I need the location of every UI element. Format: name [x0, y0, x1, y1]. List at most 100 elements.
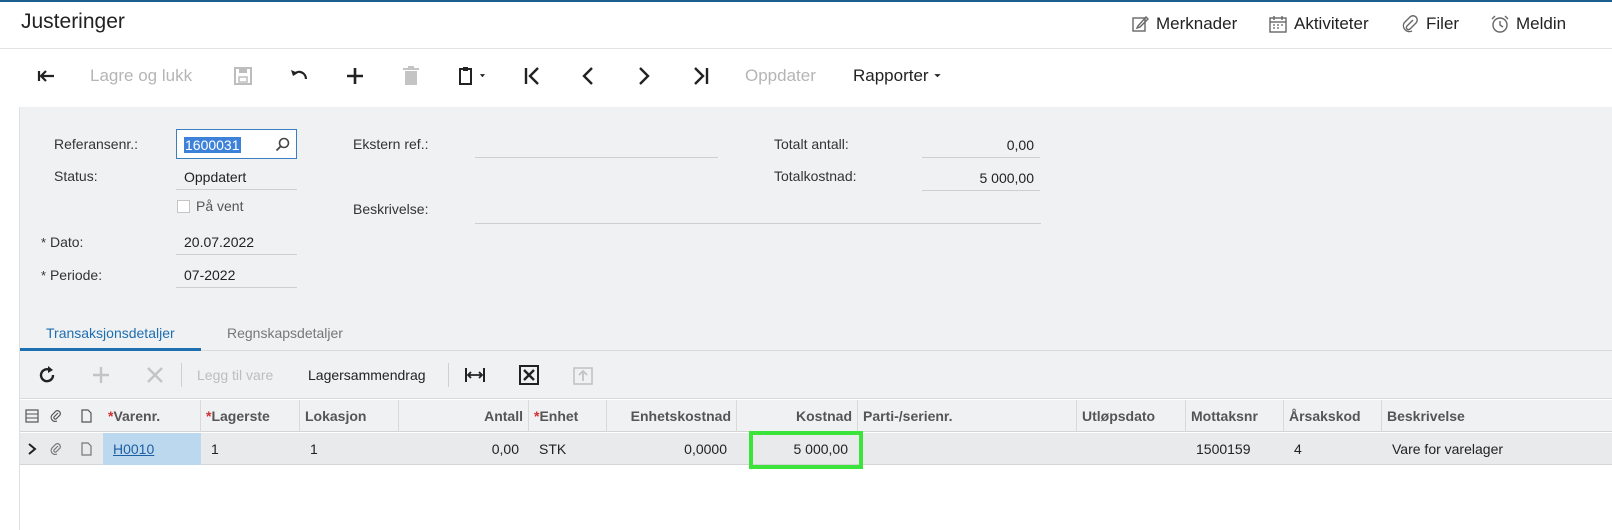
- grid-delete-button[interactable]: [144, 351, 166, 399]
- cell-description[interactable]: Vare for varelager: [1382, 433, 1612, 465]
- col-description[interactable]: Beskrivelse: [1382, 400, 1612, 432]
- reports-menu-button[interactable]: Rapporter: [853, 50, 947, 102]
- notes-label: Merknader: [1156, 14, 1238, 33]
- ref-number-input[interactable]: 1600031: [176, 129, 297, 159]
- cell-uom[interactable]: STK: [529, 433, 607, 465]
- update-button[interactable]: Oppdater: [745, 50, 816, 102]
- upload-icon: [573, 367, 593, 385]
- notes-icon: [1132, 15, 1149, 32]
- col-expiry[interactable]: Utløpsdato: [1077, 400, 1186, 432]
- on-hold-label: På vent: [196, 198, 244, 214]
- cell-receipt[interactable]: 1500159: [1186, 433, 1284, 465]
- detail-tabs: Transaksjonsdetaljer Regnskapsdetaljer: [20, 319, 1612, 351]
- add-item-button[interactable]: Legg til vare: [197, 351, 273, 399]
- chevron-left-icon: [582, 67, 593, 85]
- first-icon: [524, 67, 539, 85]
- notes-link[interactable]: Merknader: [1130, 14, 1237, 34]
- col-item[interactable]: *Varenr.: [103, 400, 201, 432]
- col-unit-cost[interactable]: Enhetskostnad: [607, 400, 737, 432]
- grid-add-button[interactable]: [90, 351, 112, 399]
- undo-icon: [291, 70, 308, 80]
- chevron-right-icon: [639, 67, 650, 85]
- description-field[interactable]: [475, 199, 1041, 224]
- calendar-icon: [1269, 16, 1287, 33]
- total-cost-value: 5 000,00: [922, 166, 1040, 191]
- col-cost[interactable]: Kostnad: [737, 400, 858, 432]
- search-icon[interactable]: [275, 137, 290, 152]
- row-expand-icon[interactable]: [20, 433, 44, 465]
- row-note-icon[interactable]: [74, 433, 98, 465]
- date-label: * Dato:: [41, 234, 83, 250]
- item-link[interactable]: H0010: [113, 441, 154, 457]
- cell-lot[interactable]: [858, 433, 1077, 465]
- caret-down-icon: [479, 74, 485, 78]
- attachment-column-icon: [44, 400, 68, 432]
- save-icon: [234, 67, 252, 85]
- cell-warehouse[interactable]: 1: [201, 433, 300, 465]
- refresh-button[interactable]: [36, 351, 58, 399]
- date-field[interactable]: 20.07.2022: [176, 230, 297, 255]
- paperclip-icon: [1402, 15, 1418, 33]
- notifications-label: Meldin: [1516, 14, 1567, 33]
- fit-width-icon: [465, 368, 485, 382]
- on-hold-checkbox[interactable]: [177, 200, 190, 213]
- date-label-text: Dato:: [49, 234, 84, 250]
- col-lot[interactable]: Parti-/serienr.: [858, 400, 1077, 432]
- external-ref-field[interactable]: [475, 133, 718, 158]
- col-qty[interactable]: Antall: [399, 400, 529, 432]
- caret-down-icon: [933, 74, 941, 78]
- fit-columns-button[interactable]: [464, 351, 486, 399]
- upload-button[interactable]: [572, 351, 594, 399]
- period-label-text: Periode:: [49, 267, 103, 283]
- status-field[interactable]: Oppdatert: [176, 165, 297, 190]
- period-field[interactable]: 07-2022: [176, 263, 297, 288]
- clipboard-menu-button[interactable]: [456, 50, 492, 102]
- description-label: Beskrivelse:: [353, 201, 429, 217]
- previous-record-button[interactable]: [577, 50, 599, 102]
- back-arrow-icon: [37, 70, 54, 82]
- next-record-button[interactable]: [633, 50, 655, 102]
- status-label: Status:: [54, 168, 98, 184]
- col-location[interactable]: Lokasjon: [300, 400, 399, 432]
- cell-expiry[interactable]: [1077, 433, 1186, 465]
- row-attachment-icon[interactable]: [44, 433, 68, 465]
- alarm-clock-icon: [1491, 15, 1509, 33]
- export-excel-button[interactable]: [518, 351, 540, 399]
- save-button[interactable]: [232, 50, 254, 102]
- document-panel: Referansenr.: 1600031 Status: Oppdatert …: [19, 107, 1612, 530]
- col-warehouse[interactable]: *Lagerste: [201, 400, 300, 432]
- note-column-icon: [74, 400, 98, 432]
- first-record-button[interactable]: [522, 50, 544, 102]
- required-marker: *: [41, 268, 47, 283]
- back-button[interactable]: [36, 50, 58, 102]
- page-header: Justeringer Merknader Aktiviteter Filer …: [0, 2, 1612, 49]
- cell-reason[interactable]: 4: [1284, 433, 1382, 465]
- cell-unit-cost[interactable]: 0,0000: [607, 433, 737, 465]
- activities-label: Aktiviteter: [1294, 14, 1369, 33]
- grid-header: *Varenr. *Lagerste Lokasjon Antall *Enhe…: [20, 400, 1612, 432]
- undo-button[interactable]: [288, 50, 310, 102]
- activities-link[interactable]: Aktiviteter: [1268, 14, 1369, 34]
- delete-button[interactable]: [400, 50, 422, 102]
- external-ref-label: Ekstern ref.:: [353, 136, 429, 152]
- col-reason[interactable]: Årsakskod: [1284, 400, 1382, 432]
- tab-transaction-details[interactable]: Transaksjonsdetaljer: [46, 325, 175, 341]
- add-button[interactable]: [344, 50, 366, 102]
- last-record-button[interactable]: [689, 50, 711, 102]
- transaction-grid: Legg til vare Lagersammendrag *Varenr. *…: [20, 351, 1612, 530]
- col-receipt[interactable]: Mottaksnr: [1186, 400, 1284, 432]
- col-uom[interactable]: *Enhet: [529, 400, 607, 432]
- notifications-link[interactable]: Meldin: [1490, 14, 1566, 34]
- row-settings-icon[interactable]: [20, 400, 44, 432]
- cell-location[interactable]: 1: [300, 433, 399, 465]
- files-link[interactable]: Filer: [1400, 14, 1459, 34]
- toolbar-divider: [448, 363, 449, 387]
- cell-item[interactable]: H0010: [103, 433, 201, 465]
- refresh-icon: [39, 366, 55, 383]
- grid-toolbar: Legg til vare Lagersammendrag: [20, 351, 1612, 399]
- cell-qty[interactable]: 0,00: [399, 433, 529, 465]
- save-close-button[interactable]: Lagre og lukk: [90, 50, 192, 102]
- tab-accounting-details[interactable]: Regnskapsdetaljer: [227, 325, 343, 341]
- stock-summary-button[interactable]: Lagersammendrag: [308, 351, 426, 399]
- col-uom-label: Enhet: [539, 408, 579, 424]
